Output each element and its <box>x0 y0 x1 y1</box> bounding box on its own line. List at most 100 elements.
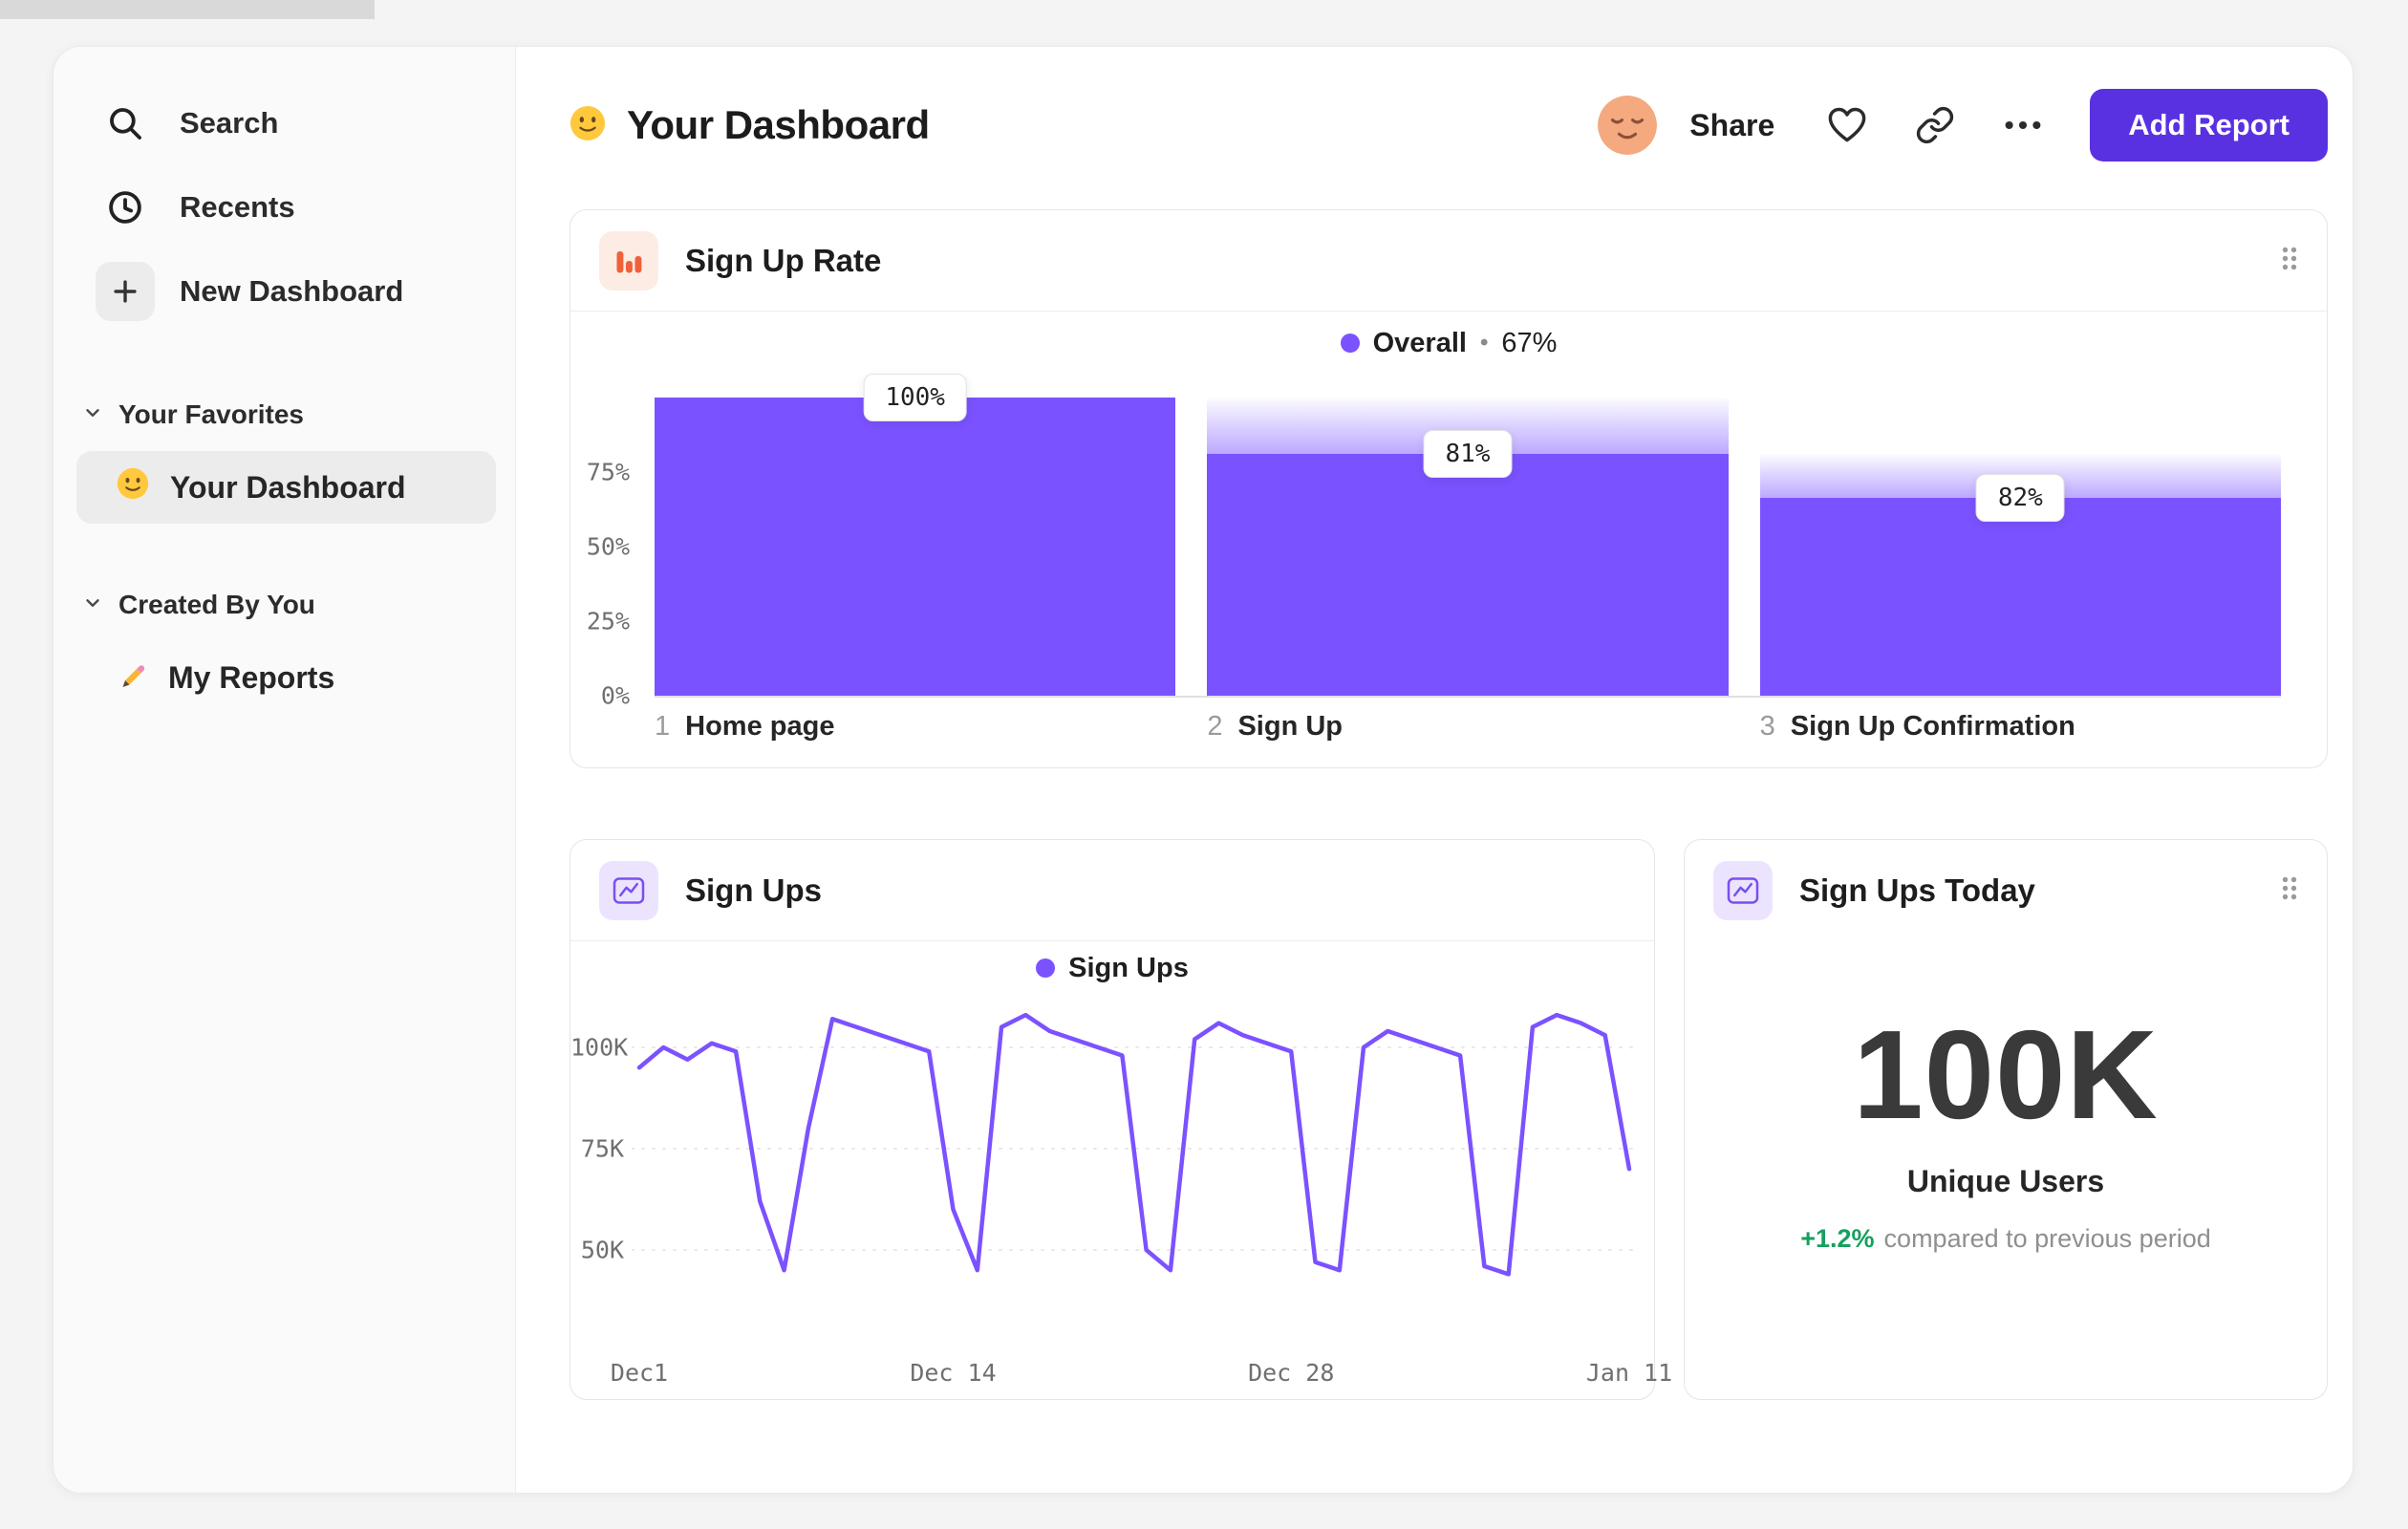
line-legend[interactable]: Sign Ups <box>570 941 1654 995</box>
page-title: Your Dashboard <box>627 102 930 147</box>
copy-link-button[interactable] <box>1904 95 1966 156</box>
funnel-chart-icon <box>599 230 658 291</box>
metric-delta: +1.2% compared to previous period <box>1685 1224 2327 1254</box>
step-number: 1 <box>655 711 671 742</box>
metric-label: Unique Users <box>1906 1164 2105 1198</box>
bar-value-chip: 100% <box>863 374 967 421</box>
line-y-tick: 100K <box>570 1033 629 1062</box>
card-sign-ups: Sign Ups Sign Ups 100K 75K 50K Dec1 Dec 14 D… <box>570 839 1672 1400</box>
page-title-wrap: Your Dashboard <box>570 102 930 148</box>
main-content: Your Dashboard Share Add Report Sign Up … <box>516 47 2353 1493</box>
card-header: Sign Ups <box>570 840 1654 941</box>
funnel-step-label: 1 Home page <box>655 711 1175 743</box>
card-header: Sign Up Rate <box>570 210 2327 312</box>
sidebar-item-label: My Reports <box>168 659 335 695</box>
bar-fill <box>655 398 1176 696</box>
search-icon <box>96 94 155 153</box>
metric-value: 100K <box>1853 1004 2159 1145</box>
funnel-bar-sign-up-confirmation[interactable]: 82% <box>1759 398 2281 696</box>
window-artifact <box>0 0 375 19</box>
sidebar-item-recents[interactable]: Recents <box>76 165 496 249</box>
bar-value-chip: 81% <box>1423 430 1513 479</box>
sidebar-item-new-dashboard[interactable]: New Dashboard <box>76 249 496 334</box>
funnel-y-tick: 25% <box>586 607 630 635</box>
card-title: Sign Ups <box>685 872 823 908</box>
step-name: Sign Up <box>1237 711 1344 742</box>
user-avatar[interactable] <box>1598 96 1658 155</box>
funnel-y-tick: 0% <box>600 681 630 710</box>
line-x-tick: Dec 14 <box>910 1359 997 1387</box>
plus-icon <box>96 262 155 321</box>
sidebar-item-label: Recents <box>180 190 295 224</box>
line-x-tick: Dec 28 <box>1248 1359 1335 1387</box>
add-report-button[interactable]: Add Report <box>2090 89 2328 162</box>
step-name: Sign Up Confirmation <box>1790 711 2075 742</box>
funnel-chart: 75% 50% 25% 0% 100% 81% 82% <box>570 374 2327 710</box>
header-actions: Share Add Report <box>1598 89 2328 162</box>
line-chart[interactable]: 100K 75K 50K <box>570 995 1654 1351</box>
sidebar-item-label: Search <box>180 106 279 140</box>
card-title: Sign Ups Today <box>1799 872 2035 908</box>
funnel-y-tick: 75% <box>586 458 630 486</box>
delta-value: +1.2% <box>1800 1224 1875 1253</box>
section-title: Your Favorites <box>118 399 304 429</box>
card-sign-up-rate: Sign Up Rate Overall • 67% 75% 50% 25% 0% <box>570 209 2328 768</box>
chevron-down-icon <box>82 590 103 620</box>
line-chart-plot <box>631 1012 1638 1277</box>
delta-note: compared to previous period <box>1883 1224 2211 1253</box>
chevron-down-icon <box>82 399 103 430</box>
line-chart-icon <box>599 860 658 920</box>
section-created-by-you[interactable]: Created By You <box>76 576 496 634</box>
legend-dot <box>1340 334 1360 353</box>
drag-handle-icon[interactable] <box>2279 244 2300 277</box>
line-x-tick: Dec1 <box>610 1359 669 1387</box>
bar-fill <box>1759 497 2281 696</box>
funnel-y-axis: 75% 50% 25% 0% <box>570 398 655 710</box>
step-name: Home page <box>685 711 835 742</box>
plus-icon-box <box>96 262 155 321</box>
funnel-step-label: 3 Sign Up Confirmation <box>1760 711 2281 743</box>
favorite-heart-button[interactable] <box>1817 95 1878 156</box>
pencil-emoji-icon <box>117 658 147 697</box>
bar-value-chip: 82% <box>1975 473 2065 522</box>
funnel-bar-home-page[interactable]: 100% <box>655 374 1176 696</box>
sidebar-item-label: Your Dashboard <box>170 469 406 505</box>
step-number: 2 <box>1207 711 1223 742</box>
bar-fill <box>1207 454 1729 696</box>
sidebar-item-my-reports[interactable]: My Reports <box>76 641 496 714</box>
card-title: Sign Up Rate <box>685 242 882 278</box>
smiley-emoji-icon <box>570 105 606 146</box>
sidebar-item-label: New Dashboard <box>180 274 404 308</box>
cards-row: Sign Ups Sign Ups 100K 75K 50K Dec1 Dec 14 D… <box>570 839 2328 1400</box>
funnel-legend[interactable]: Overall • 67% <box>570 312 2327 375</box>
section-your-favorites[interactable]: Your Favorites <box>76 386 496 443</box>
sidebar-item-search[interactable]: Search <box>76 81 496 165</box>
more-options-button[interactable] <box>1992 95 2053 156</box>
card-sign-ups-today: Sign Ups Today 100K Unique Users +1.2% co… <box>1684 839 2328 1400</box>
sidebar-item-your-dashboard[interactable]: Your Dashboard <box>76 451 496 524</box>
section-title: Created By You <box>118 590 315 619</box>
drag-handle-icon[interactable] <box>2279 874 2300 908</box>
card-header: Sign Ups Today <box>1685 840 2327 941</box>
line-x-axis: Dec1 Dec 14 Dec 28 Jan 11 <box>611 1351 1672 1399</box>
line-y-tick: 75K <box>580 1134 624 1163</box>
legend-dot <box>1036 958 1056 978</box>
legend-label: Overall <box>1372 327 1467 358</box>
funnel-bars: 100% 81% 82% <box>655 374 2281 698</box>
clock-icon <box>96 178 155 237</box>
funnel-step-label: 2 Sign Up <box>1207 711 1728 743</box>
legend-separator: • <box>1479 330 1489 355</box>
legend-value: 67% <box>1501 327 1558 358</box>
legend-label: Sign Ups <box>1068 952 1189 983</box>
app-window: Search Recents New Dashboard Your Favori… <box>53 46 2354 1494</box>
smiley-emoji-icon <box>117 467 149 507</box>
step-number: 3 <box>1759 711 1775 742</box>
funnel-bar-sign-up[interactable]: 81% <box>1207 398 1729 696</box>
page-header: Your Dashboard Share Add Report <box>570 85 2328 165</box>
funnel-y-tick: 50% <box>586 532 630 561</box>
sidebar: Search Recents New Dashboard Your Favori… <box>54 47 516 1493</box>
share-button[interactable]: Share <box>1689 108 1774 143</box>
line-chart-icon <box>1713 861 1773 920</box>
line-x-tick: Jan 11 <box>1585 1359 1673 1387</box>
line-y-tick: 50K <box>580 1236 624 1264</box>
